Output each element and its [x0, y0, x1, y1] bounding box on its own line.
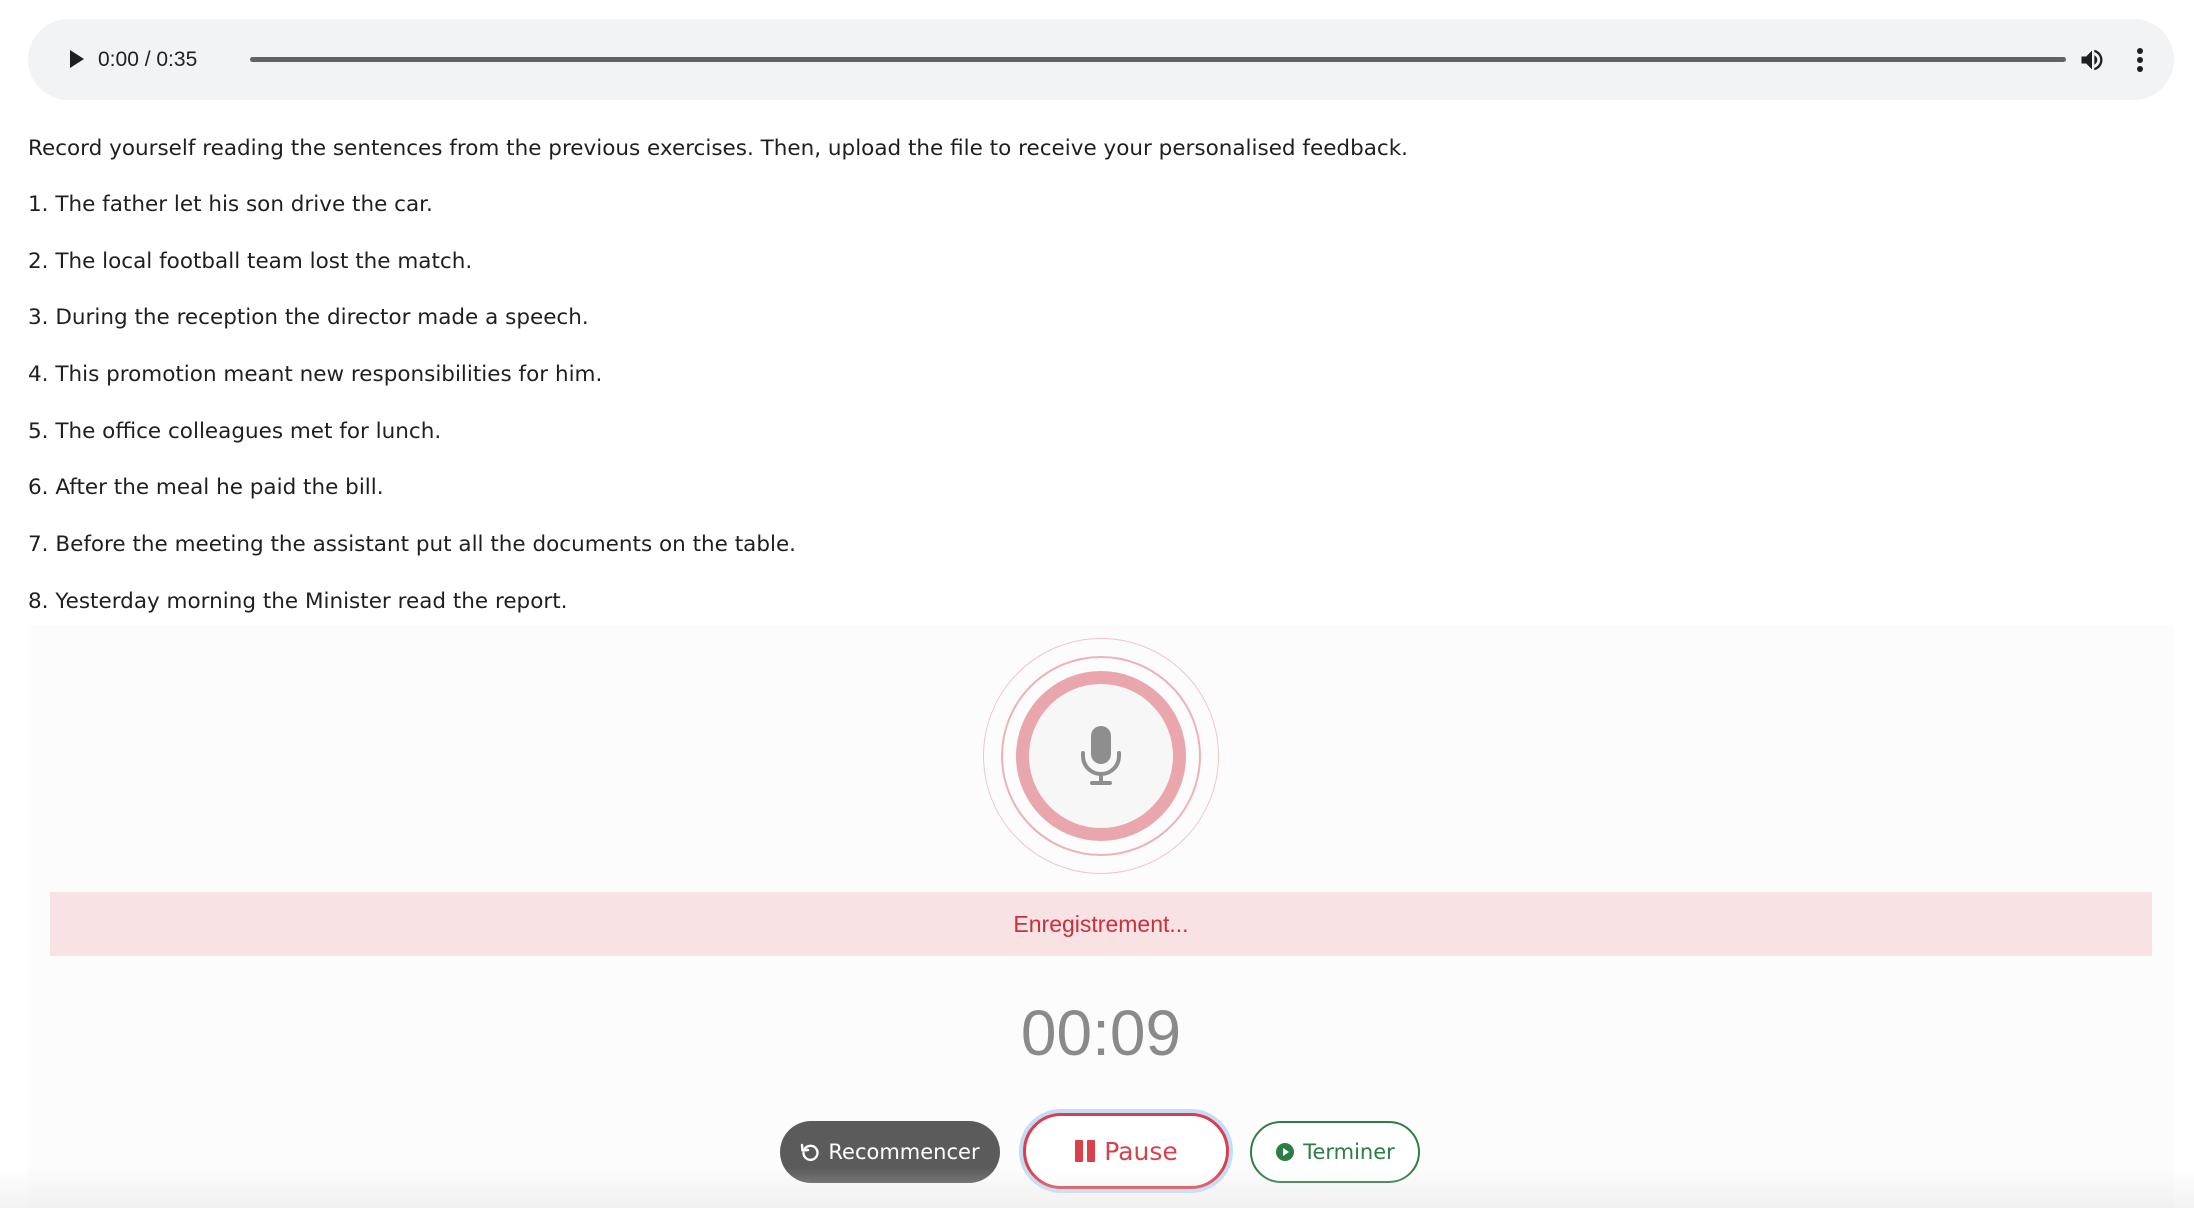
sentence-item: 3. During the reception the director mad… — [28, 305, 589, 331]
play-icon — [70, 50, 84, 68]
recording-status-banner: Enregistrement... — [50, 892, 2152, 956]
sentence-item: 5. The office colleagues met for lunch. — [28, 418, 442, 444]
more-vertical-icon — [2137, 48, 2143, 72]
instructions-text: Record yourself reading the sentences fr… — [28, 136, 1409, 161]
recording-timer: 00:09 — [1020, 997, 1182, 1069]
play-circle-icon — [1276, 1143, 1295, 1161]
audio-time-display: 0:00 / 0:35 — [98, 48, 198, 71]
finish-button-label: Terminer — [1303, 1140, 1395, 1164]
recording-status-text: Enregistrement... — [1013, 910, 1189, 937]
sentence-item: 7. Before the meeting the assistant put … — [28, 532, 797, 558]
sentence-list: 1. The father let his son drive the car.… — [28, 190, 796, 644]
pause-icon — [1075, 1140, 1096, 1162]
volume-button[interactable] — [2072, 40, 2112, 80]
sentence-item: 6. After the meal he paid the bill. — [28, 475, 384, 501]
microphone-icon — [1081, 726, 1121, 785]
sentence-item: 4. This promotion meant new responsibili… — [28, 362, 603, 388]
sentence-item: 2. The local football team lost the matc… — [28, 248, 473, 274]
audio-player: 0:00 / 0:35 — [28, 19, 2174, 100]
restart-button-label: Recommencer — [828, 1140, 980, 1164]
microphone-button[interactable] — [1016, 671, 1186, 841]
audio-seek-bar[interactable] — [250, 57, 2066, 62]
pause-button-label: Pause — [1104, 1136, 1178, 1166]
pause-button[interactable]: Pause — [1023, 1113, 1229, 1189]
sentence-item: 1. The father let his son drive the car. — [28, 192, 433, 217]
restart-button[interactable]: Recommencer — [780, 1121, 1000, 1183]
restart-icon — [801, 1143, 820, 1162]
finish-button[interactable]: Terminer — [1250, 1121, 1420, 1183]
play-button[interactable] — [58, 41, 94, 77]
recorder-panel: Enregistrement... 00:09 Recommencer Paus… — [28, 625, 2174, 1208]
audio-options-button[interactable] — [2125, 40, 2155, 80]
volume-icon — [2081, 49, 2103, 71]
